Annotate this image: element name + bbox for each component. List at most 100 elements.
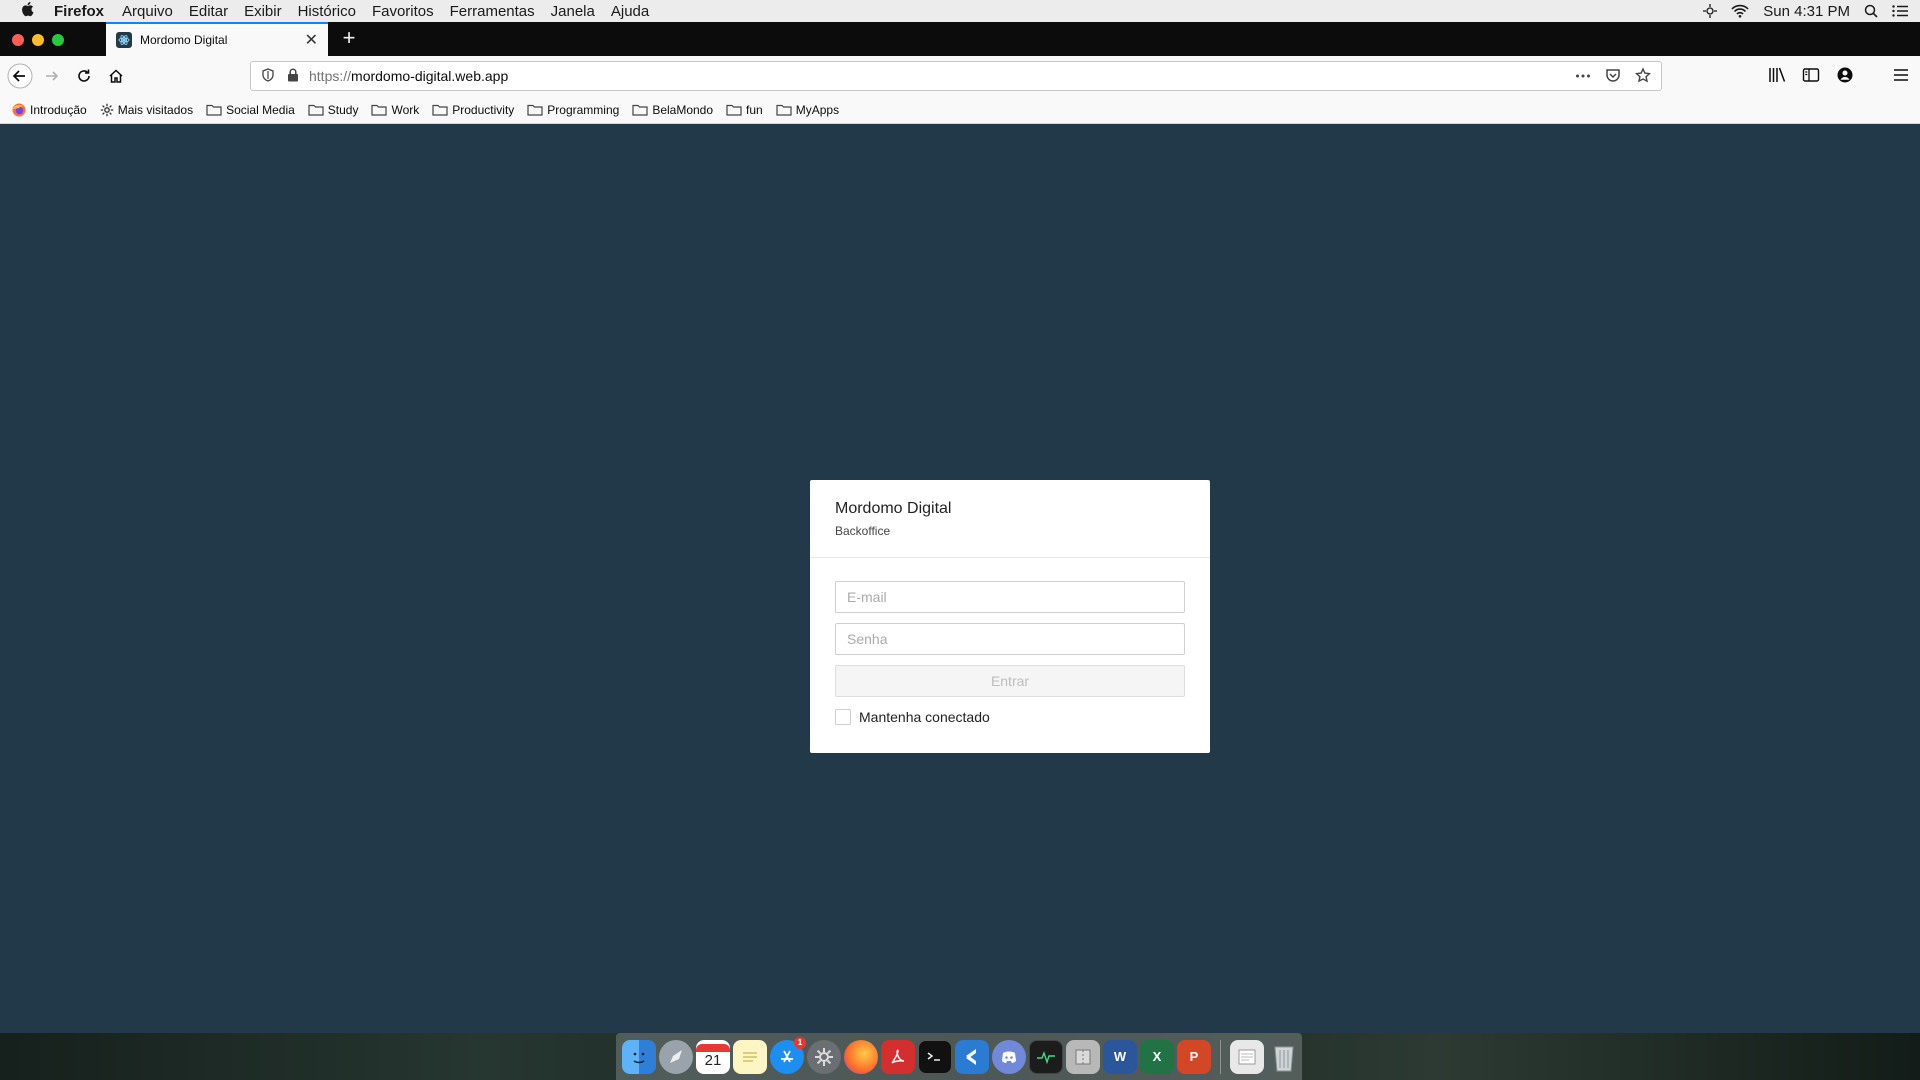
menu-bar-clock[interactable]: Sun 4:31 PM	[1763, 3, 1850, 20]
back-button[interactable]	[4, 60, 36, 92]
folder-icon	[371, 104, 388, 116]
folder-icon	[776, 104, 792, 116]
brightness-icon[interactable]	[1703, 4, 1718, 18]
bookmark-star-icon[interactable]	[1635, 66, 1651, 89]
powerpoint-letter: P	[1189, 1049, 1199, 1064]
password-field[interactable]	[835, 623, 1185, 655]
reload-button[interactable]	[68, 60, 100, 92]
bookmark-label: MyApps	[795, 102, 840, 117]
menu-exibir[interactable]: Exibir	[236, 3, 290, 20]
navigation-toolbar: https:// mordomo-digital.web.app	[0, 56, 1920, 96]
bookmarks-toolbar: Introdução Mais visitados Social Media S…	[0, 96, 1920, 124]
new-tab-button[interactable]: +	[336, 26, 362, 52]
menu-janela[interactable]: Janela	[543, 3, 603, 20]
address-bar-actions	[1575, 66, 1651, 89]
spotlight-search-icon[interactable]	[1864, 4, 1878, 18]
bookmark-folder-belamondo[interactable]: BelaMondo	[632, 103, 713, 117]
bookmark-folder-work[interactable]: Work	[371, 103, 419, 117]
archive-utility-icon[interactable]	[1066, 1039, 1100, 1074]
finder-icon[interactable]	[622, 1039, 656, 1074]
launchpad-rocket-icon[interactable]	[659, 1039, 693, 1074]
menu-bar-status-area: Sun 4:31 PM	[1703, 0, 1920, 22]
sidebar-toggle-icon[interactable]	[1802, 66, 1820, 89]
close-tab-icon[interactable]: ✕	[305, 30, 318, 50]
notification-center-icon[interactable]	[1892, 5, 1908, 17]
terminal-icon[interactable]	[918, 1039, 952, 1074]
bookmark-label: Work	[391, 102, 420, 117]
app-store-badge: 1	[794, 1036, 806, 1049]
active-tab[interactable]: Mordomo Digital ✕	[106, 22, 328, 56]
menu-ferramentas[interactable]: Ferramentas	[442, 3, 543, 20]
system-preferences-gear-icon[interactable]	[807, 1039, 841, 1074]
bookmark-mais-visitados[interactable]: Mais visitados	[100, 103, 193, 117]
bookmark-folder-fun[interactable]: fun	[726, 103, 763, 117]
menu-arquivo[interactable]: Arquivo	[114, 3, 181, 20]
forward-arrow-icon	[46, 71, 59, 81]
bookmark-label: Productivity	[452, 102, 515, 117]
menu-app-name[interactable]: Firefox	[54, 3, 114, 20]
login-title: Mordomo Digital	[835, 500, 952, 517]
page-viewport: Mordomo Digital Backoffice Entrar Manten…	[0, 124, 1920, 1033]
home-icon	[109, 69, 123, 83]
notes-icon[interactable]	[733, 1039, 767, 1074]
word-letter: W	[1113, 1049, 1127, 1064]
folder-icon	[726, 104, 742, 116]
folder-icon	[527, 104, 543, 116]
bookmark-label: fun	[746, 102, 763, 117]
bookmark-folder-social-media[interactable]: Social Media	[206, 103, 295, 117]
tab-title: Mordomo Digital	[140, 33, 228, 47]
remember-me-label[interactable]: Mantenha conectado	[859, 709, 990, 725]
bookmark-folder-study[interactable]: Study	[308, 103, 358, 117]
microsoft-powerpoint-icon[interactable]: P	[1177, 1039, 1211, 1074]
calendar-icon[interactable]: 21	[696, 1039, 730, 1074]
trash-icon[interactable]	[1267, 1040, 1301, 1074]
remember-me-checkbox[interactable]	[835, 709, 851, 725]
pocket-icon[interactable]	[1605, 66, 1621, 89]
folder-icon	[308, 104, 324, 116]
hamburger-menu-icon[interactable]	[1892, 66, 1910, 89]
login-submit-button[interactable]: Entrar	[835, 665, 1185, 697]
bookmark-label: Programming	[547, 102, 620, 117]
menu-favoritos[interactable]: Favoritos	[364, 3, 442, 20]
login-card-header: Mordomo Digital Backoffice	[810, 480, 1210, 558]
bookmark-folder-programming[interactable]: Programming	[527, 103, 619, 117]
account-icon[interactable]	[1836, 66, 1854, 89]
page-actions-icon[interactable]	[1575, 66, 1591, 89]
zoom-window-button[interactable]	[52, 34, 64, 46]
acrobat-reader-icon[interactable]	[881, 1039, 915, 1074]
folder-icon	[432, 104, 448, 116]
activity-monitor-icon[interactable]	[1029, 1039, 1063, 1074]
bookmark-introducao[interactable]: Introdução	[12, 103, 87, 117]
library-icon[interactable]	[1768, 66, 1786, 89]
minimize-window-button[interactable]	[32, 34, 44, 46]
menu-historico[interactable]: Histórico	[290, 3, 364, 20]
bookmark-folder-myapps[interactable]: MyApps	[776, 103, 839, 117]
toolbar-right-actions	[1768, 66, 1910, 89]
forward-button[interactable]	[36, 60, 68, 92]
home-button[interactable]	[100, 60, 132, 92]
documents-stack-icon[interactable]	[1230, 1039, 1264, 1074]
calendar-header	[696, 1044, 730, 1052]
gear-icon	[100, 103, 113, 116]
discord-icon[interactable]	[992, 1039, 1026, 1074]
microsoft-word-icon[interactable]: W	[1103, 1039, 1137, 1074]
vscode-icon[interactable]	[955, 1039, 989, 1074]
menu-ajuda[interactable]: Ajuda	[603, 3, 657, 20]
email-field[interactable]	[835, 581, 1185, 613]
firefox-dock-icon[interactable]	[844, 1039, 878, 1074]
browser-tab-bar: Mordomo Digital ✕ +	[0, 22, 1920, 56]
apple-menu-icon[interactable]	[0, 1, 54, 22]
login-form: Entrar Mantenha conectado	[810, 558, 1210, 725]
address-bar[interactable]: https:// mordomo-digital.web.app	[250, 61, 1662, 91]
microsoft-excel-icon[interactable]: X	[1140, 1039, 1174, 1074]
app-store-icon[interactable]: 1	[770, 1036, 806, 1074]
url-host: mordomo-digital.web.app	[351, 68, 509, 84]
url-scheme: https://	[309, 68, 352, 84]
menu-editar[interactable]: Editar	[181, 3, 236, 20]
tracking-protection-shield-icon[interactable]	[261, 67, 275, 85]
macos-dock: 21 1 W X P	[616, 1033, 1302, 1080]
lock-icon[interactable]	[287, 68, 299, 85]
close-window-button[interactable]	[12, 34, 24, 46]
bookmark-folder-productivity[interactable]: Productivity	[432, 103, 514, 117]
wifi-icon[interactable]	[1731, 4, 1749, 18]
